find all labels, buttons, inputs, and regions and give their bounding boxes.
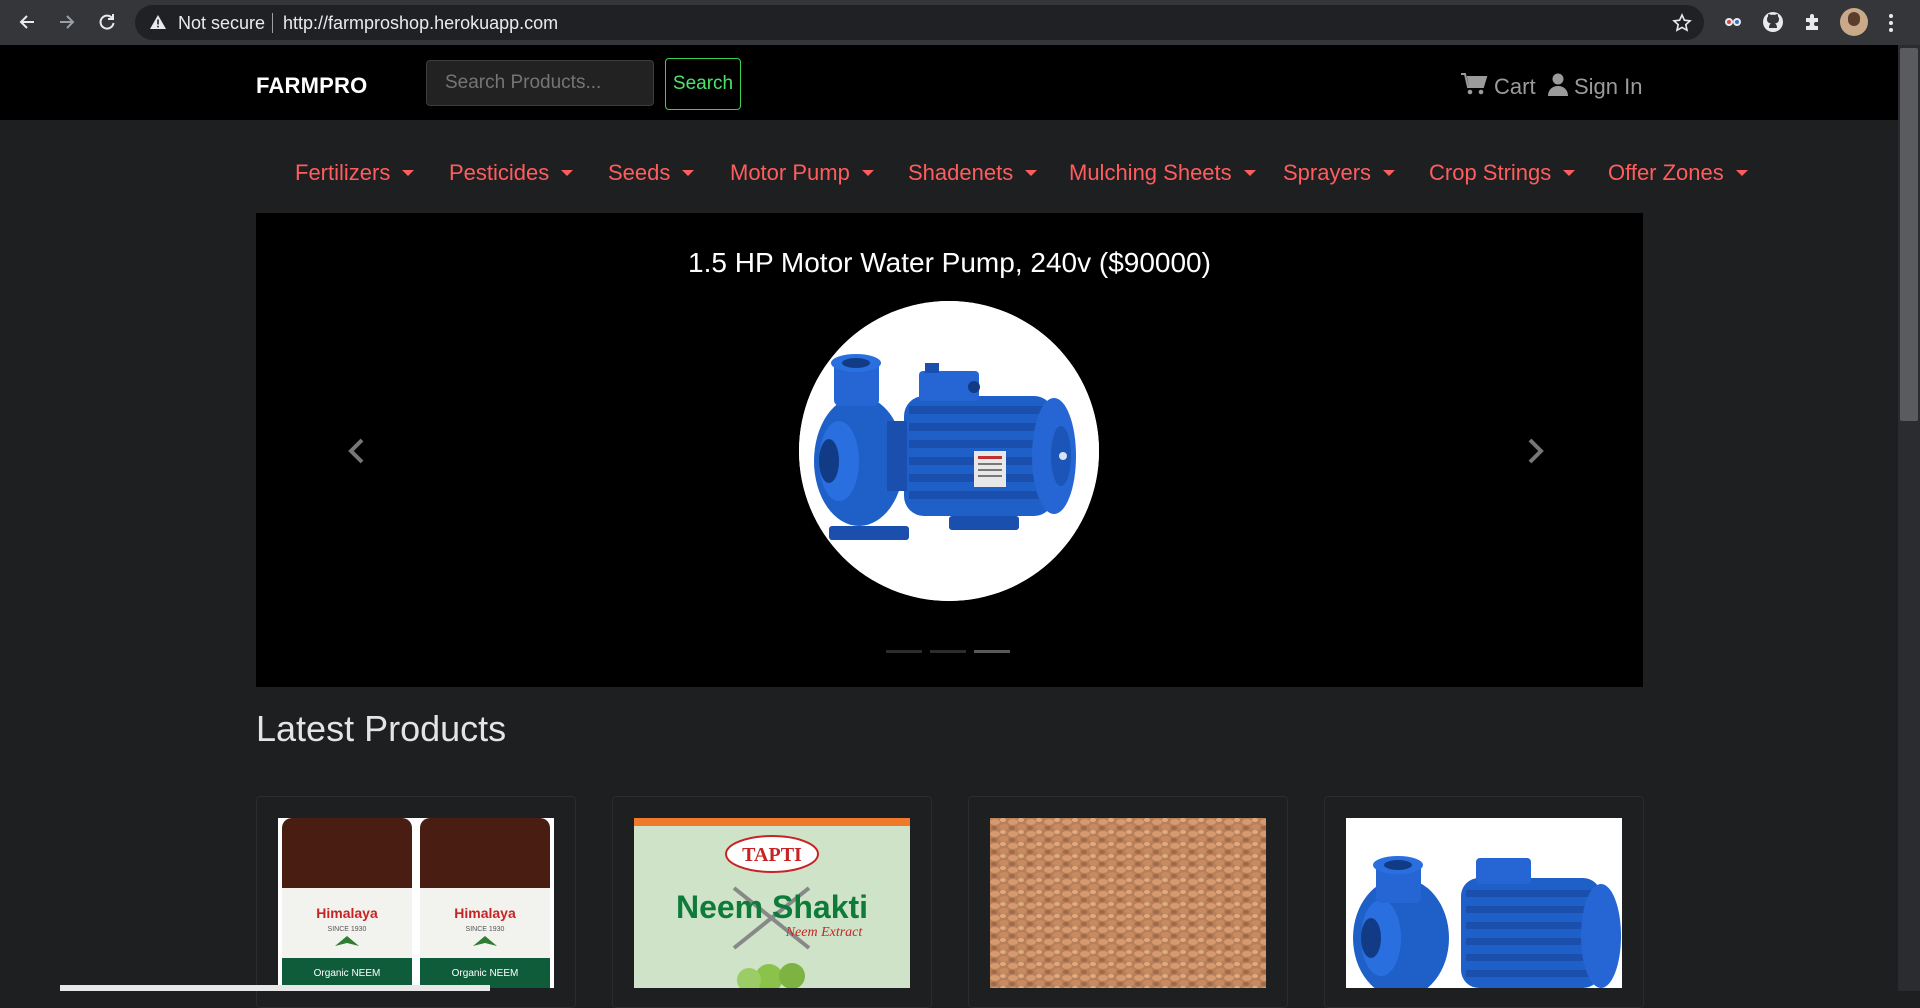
brand-logo[interactable]: FARMPRO [256, 73, 367, 99]
extensions-puzzle-icon[interactable] [1802, 11, 1824, 33]
caret-down-icon [402, 170, 415, 176]
nav-label: Crop Strings [1429, 160, 1552, 185]
nav-shadenets[interactable]: Shadenets [908, 160, 1038, 186]
seeds-image[interactable] [990, 818, 1266, 988]
carousel-product-image[interactable] [799, 301, 1099, 601]
nav-motor-pump[interactable]: Motor Pump [730, 160, 874, 186]
water-pump-image [799, 301, 1099, 601]
horizontal-scroll-indicator [60, 985, 490, 991]
forward-icon[interactable] [51, 6, 83, 38]
cart-link[interactable]: Cart [1460, 72, 1536, 102]
product-card[interactable]: TAPTI Neem Shakti Neem Extract [612, 796, 932, 1008]
neem-extract-text: Neem Extract [785, 925, 864, 940]
carousel-indicator[interactable] [886, 650, 922, 653]
signin-label: Sign In [1574, 74, 1643, 99]
nav-mulching-sheets[interactable]: Mulching Sheets [1069, 160, 1256, 186]
product-card[interactable] [968, 796, 1288, 1008]
since-text: SINCE 1930 [466, 926, 505, 933]
label-text: Organic NEEM [452, 968, 519, 979]
carousel-indicators [886, 650, 1010, 653]
neem-shakti-package-image[interactable]: TAPTI Neem Shakti Neem Extract [634, 818, 910, 988]
divider [272, 13, 273, 33]
signin-link[interactable]: Sign In [1548, 72, 1643, 102]
nav-label: Seeds [608, 160, 671, 185]
product-card[interactable]: Himalaya SINCE 1930 Organic NEEM Himalay… [256, 796, 576, 1008]
url-text[interactable]: http://farmproshop.herokuapp.com [283, 13, 558, 34]
nav-label: Sprayers [1283, 160, 1372, 185]
github-icon[interactable] [1762, 11, 1784, 33]
nav-seeds[interactable]: Seeds [608, 160, 695, 186]
security-label[interactable]: Not secure [178, 13, 265, 34]
neem-shakti-text: Neem Shakti [676, 889, 868, 925]
browser-toolbar: Not secure http://farmproshop.herokuapp.… [0, 0, 1920, 45]
profile-avatar[interactable] [1840, 8, 1868, 36]
user-icon [1548, 72, 1568, 102]
nav-label: Fertilizers [295, 160, 391, 185]
carousel-indicator-active[interactable] [974, 650, 1010, 653]
search-input[interactable] [426, 60, 654, 106]
nav-sprayers[interactable]: Sprayers [1283, 160, 1396, 186]
caret-down-icon [861, 170, 874, 176]
caret-down-icon [1025, 170, 1038, 176]
latest-products-heading: Latest Products [256, 708, 507, 749]
back-icon[interactable] [11, 6, 43, 38]
search-button[interactable]: Search [665, 58, 741, 110]
water-pump-image[interactable] [1346, 818, 1622, 988]
caret-down-icon [561, 170, 574, 176]
nav-label: Shadenets [908, 160, 1014, 185]
carousel-caption[interactable]: 1.5 HP Motor Water Pump, 240v ($90000) [256, 247, 1643, 279]
nav-offer-zones[interactable]: Offer Zones [1608, 160, 1748, 186]
nav-label: Motor Pump [730, 160, 850, 185]
nav-label: Offer Zones [1608, 160, 1724, 185]
extension-eyes-icon[interactable] [1722, 11, 1744, 33]
cart-label: Cart [1494, 74, 1536, 99]
address-bar[interactable]: Not secure http://farmproshop.herokuapp.… [135, 5, 1704, 40]
brand-text: Himalaya [454, 905, 516, 921]
cart-icon [1460, 72, 1488, 102]
caret-down-icon [1563, 170, 1576, 176]
nav-label: Mulching Sheets [1069, 160, 1232, 185]
since-text: SINCE 1930 [328, 926, 367, 933]
reload-icon[interactable] [91, 6, 123, 38]
bookmark-star-icon[interactable] [1672, 13, 1692, 33]
product-carousel[interactable]: 1.5 HP Motor Water Pump, 240v ($90000) [256, 213, 1643, 687]
brand-text: Himalaya [316, 905, 378, 921]
nav-crop-strings[interactable]: Crop Strings [1429, 160, 1576, 186]
caret-down-icon [1383, 170, 1396, 176]
site-header: FARMPRO Search Cart Sign In [0, 45, 1898, 120]
page-scrollbar-thumb[interactable] [1900, 48, 1918, 421]
nav-pesticides[interactable]: Pesticides [449, 160, 574, 186]
browser-menu-icon[interactable] [1888, 12, 1894, 34]
tapti-text: TAPTI [742, 844, 802, 866]
warning-icon [149, 14, 167, 30]
nav-label: Pesticides [449, 160, 550, 185]
carousel-indicator[interactable] [930, 650, 966, 653]
product-card[interactable] [1324, 796, 1644, 1008]
carousel-next-icon[interactable] [1528, 438, 1544, 469]
himalaya-neem-bottles-image[interactable]: Himalaya SINCE 1930 Organic NEEM Himalay… [278, 818, 554, 988]
caret-down-icon [1243, 170, 1256, 176]
label-text: Organic NEEM [314, 968, 381, 979]
carousel-prev-icon[interactable] [348, 438, 364, 469]
nav-fertilizers[interactable]: Fertilizers [295, 160, 415, 186]
caret-down-icon [1735, 170, 1748, 176]
caret-down-icon [682, 170, 695, 176]
